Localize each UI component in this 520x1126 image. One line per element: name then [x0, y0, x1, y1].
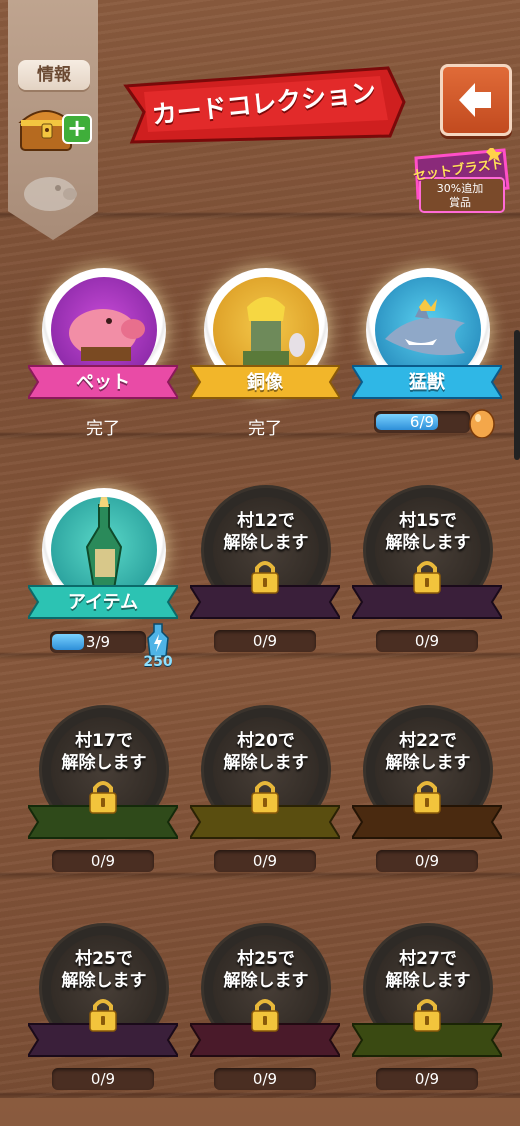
- progress-text: 3/9: [85, 633, 111, 651]
- progress-text: 6/9: [409, 413, 435, 431]
- add-chest-button[interactable]: +: [62, 114, 92, 144]
- unlock-requirement: 村22で 解除します: [385, 731, 471, 773]
- card-count: 0/9: [214, 630, 316, 652]
- info-button[interactable]: 情報: [18, 60, 90, 90]
- collection-card-locked[interactable]: 村22で 解除します 0/9: [352, 708, 502, 908]
- card-count: 0/9: [214, 1068, 316, 1090]
- padlock-icon: [89, 999, 117, 1032]
- collection-card-locked[interactable]: 村25で 解除します 0/9: [190, 926, 340, 1126]
- card-count: 0/9: [52, 1068, 154, 1090]
- collection-card-locked[interactable]: 村25で 解除します 0/9: [28, 926, 178, 1126]
- card-count: 0/9: [376, 1068, 478, 1090]
- progress-bar: 6/9: [374, 411, 470, 433]
- arrow-left-icon: [459, 83, 491, 117]
- unlock-requirement: 村27で 解除します: [385, 949, 471, 991]
- unlock-requirement: 村20で 解除します: [223, 731, 309, 773]
- padlock-icon: [89, 781, 117, 814]
- collection-card-pet[interactable]: ペット 完了: [28, 268, 178, 468]
- card-count: 0/9: [214, 850, 316, 872]
- collection-card-beast[interactable]: 猛獣 6/9: [352, 268, 502, 468]
- unlock-requirement: 村17で 解除します: [61, 731, 147, 773]
- unlock-requirement: 村15で 解除します: [385, 511, 471, 553]
- padlock-icon: [251, 781, 279, 814]
- scrollbar[interactable]: [514, 330, 520, 460]
- pig-silhouette-icon[interactable]: [18, 168, 82, 216]
- card-name: ペット: [76, 372, 130, 393]
- padlock-icon: [413, 999, 441, 1032]
- padlock-icon: [251, 999, 279, 1032]
- collection-card-statue[interactable]: 銅像 完了: [190, 268, 340, 468]
- unlock-requirement: 村25で 解除します: [61, 949, 147, 991]
- back-button[interactable]: [440, 64, 512, 136]
- padlock-icon: [413, 561, 441, 594]
- collection-card-locked[interactable]: 村17で 解除します 0/9: [28, 708, 178, 908]
- card-count: 0/9: [52, 850, 154, 872]
- card-count: 0/9: [376, 630, 478, 652]
- set-blast-reward: 賞品: [449, 196, 471, 209]
- card-name: 猛獣: [409, 372, 445, 393]
- egg-reward-icon: [469, 409, 495, 438]
- collection-card-locked[interactable]: 村20で 解除します 0/9: [190, 708, 340, 908]
- padlock-icon: [413, 781, 441, 814]
- progress-bar: 3/9: [50, 631, 146, 653]
- card-name: アイテム: [67, 592, 139, 613]
- unlock-requirement: 村25で 解除します: [223, 949, 309, 991]
- unlock-requirement: 村12で 解除します: [223, 511, 309, 553]
- collection-card-locked[interactable]: 村27で 解除します 0/9: [352, 926, 502, 1126]
- collection-card-locked[interactable]: 村15で 解除します 0/9: [352, 488, 502, 688]
- card-name: 銅像: [247, 372, 283, 393]
- reward-amount: 250: [143, 654, 173, 670]
- card-status: 完了: [248, 419, 282, 439]
- collection-card-item[interactable]: アイテム 3/9 250: [28, 488, 178, 688]
- card-status: 完了: [86, 419, 120, 439]
- collection-card-locked[interactable]: 村12で 解除します 0/9: [190, 488, 340, 688]
- padlock-icon: [251, 561, 279, 594]
- card-count: 0/9: [376, 850, 478, 872]
